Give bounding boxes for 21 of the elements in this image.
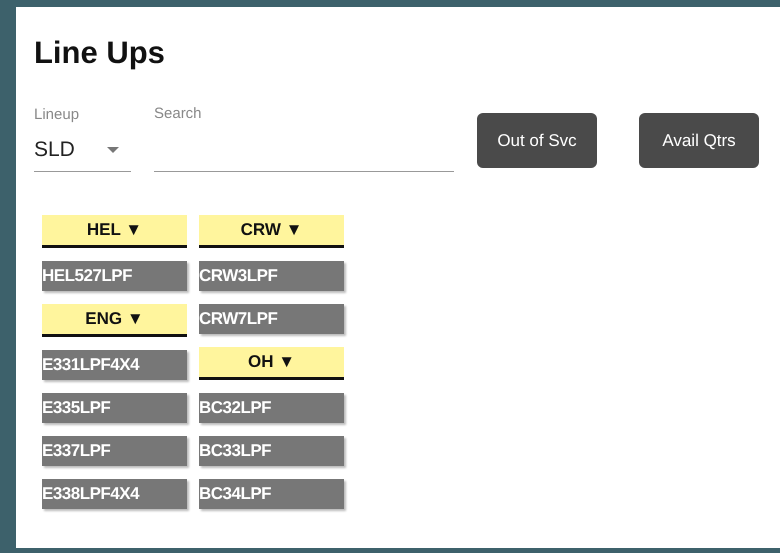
unit-tag[interactable]: HEL527LPF — [42, 261, 187, 291]
unit-tag[interactable]: E331LPF4X4 — [42, 350, 187, 380]
unit-tag[interactable]: BC34LPF — [199, 479, 344, 509]
search-label: Search — [154, 105, 203, 124]
unit-tag[interactable]: E337LPF — [42, 436, 187, 466]
unit-tag[interactable]: CRW7LPF — [199, 304, 344, 334]
caret-icon — [107, 146, 119, 152]
action-button[interactable]: Out of Svc — [477, 113, 597, 168]
unit-tag[interactable]: BC32LPF — [199, 393, 344, 423]
unit-tag[interactable]: CRW3LPF — [199, 261, 344, 291]
group-header[interactable]: ENG ▼ — [42, 304, 187, 337]
lineup-select[interactable]: SLD — [34, 128, 131, 172]
action-button[interactable]: Avail Qtrs — [639, 113, 759, 168]
unit-tag[interactable]: E338LPF4X4 — [42, 479, 187, 509]
group-header[interactable]: OH ▼ — [199, 347, 344, 380]
group-header[interactable]: HEL ▼ — [42, 215, 187, 248]
page-title: Line Ups — [34, 34, 166, 72]
unit-tag[interactable]: E335LPF — [42, 393, 187, 423]
unit-tag[interactable]: BC33LPF — [199, 436, 344, 466]
group-header[interactable]: CRW ▼ — [199, 215, 344, 248]
lineup-label: Lineup — [34, 106, 80, 125]
